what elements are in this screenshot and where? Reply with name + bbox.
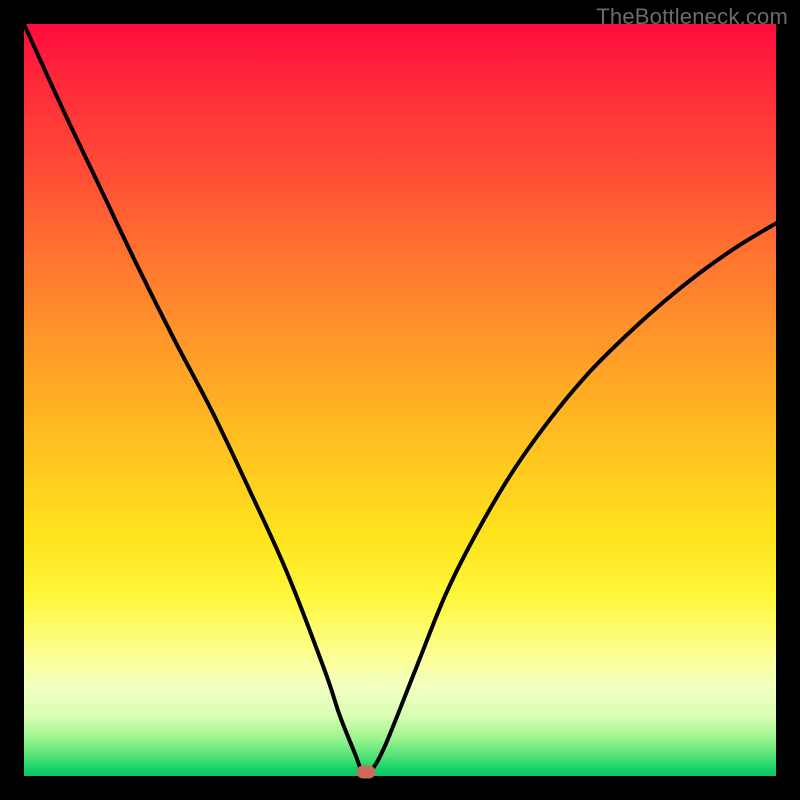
curve-path [24,24,776,775]
bottleneck-curve [24,24,776,776]
optimal-point-marker [357,766,375,779]
chart-frame: TheBottleneck.com [0,0,800,800]
plot-area [24,24,776,776]
watermark-text: TheBottleneck.com [596,4,788,30]
